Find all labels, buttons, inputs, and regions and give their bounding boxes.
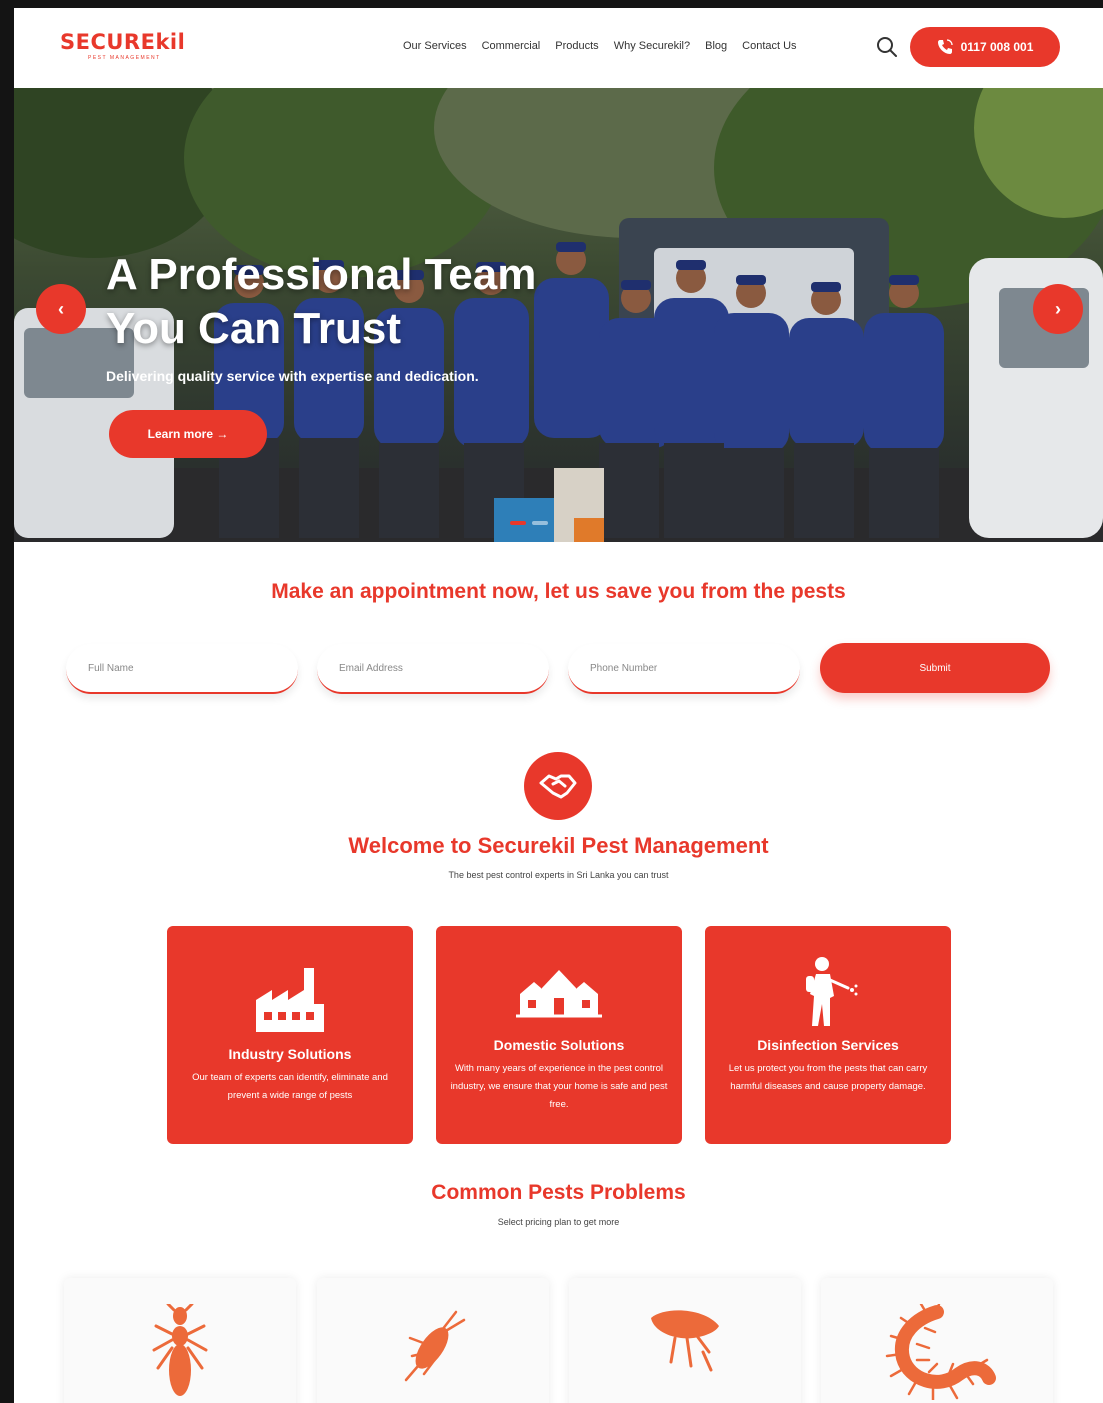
common-pests-subtitle: Select pricing plan to get more <box>497 1217 620 1227</box>
hero-title-line-1: A Professional Team <box>106 250 537 299</box>
main-nav: Our Services Commercial Products Why Sec… <box>403 40 797 52</box>
nav-contact-us[interactable]: Contact Us <box>742 40 796 52</box>
sprayer-person-icon <box>806 957 858 1026</box>
pest-card-termite[interactable] <box>64 1278 296 1403</box>
centipede-icon <box>885 1304 996 1400</box>
cockroach-icon <box>404 1310 466 1382</box>
service-title: Domestic Solutions <box>493 1037 625 1053</box>
flea-icon <box>651 1310 719 1372</box>
slider-dot-1[interactable] <box>510 521 526 525</box>
learn-more-button[interactable]: Learn more → <box>109 410 267 458</box>
nav-commercial[interactable]: Commercial <box>482 40 541 52</box>
pest-card-centipede[interactable] <box>821 1278 1053 1403</box>
hero-title: A Professional Team You Can Trust <box>106 248 626 356</box>
factory-icon <box>256 968 324 1032</box>
common-pests-title: Common Pests Problems <box>431 1181 686 1204</box>
email-input[interactable]: Email Address <box>317 644 549 694</box>
service-card-industry[interactable]: Industry Solutions Our team of experts c… <box>167 926 413 1144</box>
service-card-domestic[interactable]: Domestic Solutions With many years of ex… <box>436 926 682 1144</box>
phone-button[interactable]: 0117 008 001 <box>910 27 1060 67</box>
full-name-input[interactable]: Full Name <box>66 644 298 694</box>
nav-our-services[interactable]: Our Services <box>403 40 467 52</box>
hero-slider: A Professional Team You Can Trust Delive… <box>14 88 1103 542</box>
chevron-left-icon: ‹ <box>58 298 64 319</box>
welcome-title: Welcome to Securekil Pest Management <box>348 833 769 858</box>
chevron-right-icon: › <box>1055 298 1061 319</box>
appointment-title: Make an appointment now, let us save you… <box>271 580 846 603</box>
slider-prev-button[interactable]: ‹ <box>36 284 86 334</box>
slider-dots <box>510 521 548 525</box>
welcome-subtitle: The best pest control experts in Sri Lan… <box>448 870 669 880</box>
submit-button[interactable]: Submit <box>820 643 1050 693</box>
service-desc: With many years of experience in the pes… <box>450 1063 668 1110</box>
service-desc: Let us protect you from the pests that c… <box>728 1063 928 1092</box>
pest-card-flea[interactable] <box>569 1278 801 1403</box>
site-header: SECUREkil PEST MANAGEMENT Our Services C… <box>14 8 1103 88</box>
logo-subtitle: PEST MANAGEMENT <box>88 55 161 61</box>
phone-input[interactable]: Phone Number <box>568 644 800 694</box>
nav-blog[interactable]: Blog <box>705 40 727 52</box>
email-placeholder: Email Address <box>339 662 403 674</box>
search-icon[interactable] <box>876 36 898 58</box>
service-title: Disinfection Services <box>757 1037 899 1053</box>
handshake-icon <box>539 774 577 799</box>
site-logo[interactable]: SECUREkil PEST MANAGEMENT <box>60 30 185 61</box>
phone-placeholder: Phone Number <box>590 662 658 674</box>
hero-title-line-2: You Can Trust <box>106 304 401 353</box>
phone-icon <box>937 39 953 54</box>
termite-icon <box>152 1304 208 1396</box>
slider-next-button[interactable]: › <box>1033 284 1083 334</box>
slider-dot-2[interactable] <box>532 521 548 525</box>
service-desc: Our team of experts can identify, elimin… <box>192 1072 388 1101</box>
phone-number: 0117 008 001 <box>960 40 1034 54</box>
service-card-disinfection[interactable]: Disinfection Services Let us protect you… <box>705 926 951 1144</box>
page-frame: SECUREkil PEST MANAGEMENT Our Services C… <box>14 8 1103 1403</box>
hero-subtitle: Delivering quality service with expertis… <box>106 368 479 384</box>
pest-card-bedbug[interactable] <box>317 1278 549 1403</box>
nav-products[interactable]: Products <box>555 40 598 52</box>
logo-text: SECUREkil <box>60 30 186 54</box>
nav-why-securekil[interactable]: Why Securekil? <box>614 40 690 52</box>
welcome-badge <box>524 752 592 820</box>
houses-icon <box>516 970 602 1018</box>
full-name-placeholder: Full Name <box>88 662 134 674</box>
service-title: Industry Solutions <box>228 1046 352 1062</box>
